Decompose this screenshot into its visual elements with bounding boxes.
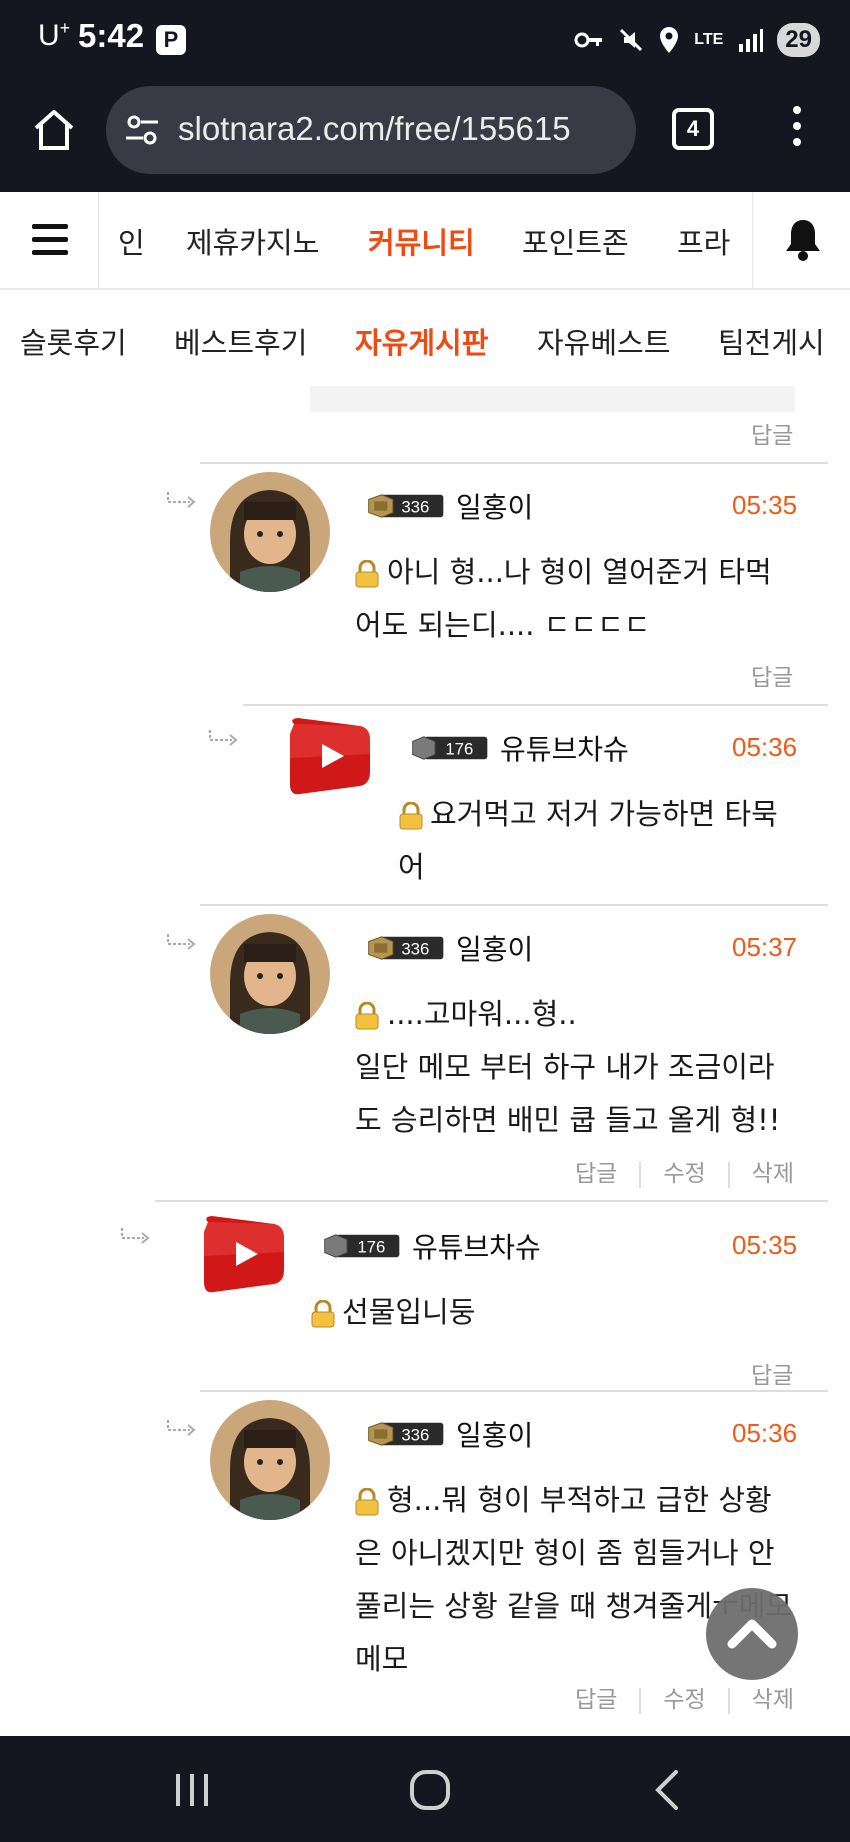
username[interactable]: 일홍이 [456, 1414, 533, 1454]
avatar[interactable] [210, 914, 330, 1034]
level-badge: 176 [412, 736, 488, 760]
home-nav-icon[interactable] [408, 1768, 452, 1812]
tune-icon[interactable] [124, 112, 160, 148]
youtube-avatar[interactable] [284, 714, 374, 798]
reply-button[interactable]: 답글 [751, 658, 793, 692]
comment-time: 05:36 [732, 1418, 798, 1448]
mute-icon [620, 28, 643, 52]
carrier-label: U+ [38, 18, 71, 52]
avatar[interactable] [210, 1400, 330, 1520]
browser-toolbar: slotnara2.com/free/155615 4 [0, 80, 850, 192]
divider [200, 1390, 828, 1392]
subnav-free-best[interactable]: 자유베스트 [537, 320, 670, 362]
comment-text: 아니 형...나 형이 열어준거 타먹어도 되는디.... ㄷㄷㄷㄷ [355, 555, 772, 642]
hamburger-icon[interactable] [0, 192, 99, 288]
svg-text:176: 176 [357, 1238, 385, 1257]
comment-text: ....고마워...형.. [387, 997, 577, 1031]
system-nav-bar [0, 1736, 850, 1842]
nav-item-point-zone[interactable]: 포인트존 [522, 220, 629, 262]
reply-button[interactable]: 답글 [751, 1356, 793, 1390]
username[interactable]: 유튜브차슈 [412, 1226, 541, 1266]
bell-icon[interactable] [783, 216, 823, 262]
subnav-team-board[interactable]: 팀전게시 [718, 320, 825, 362]
back-icon[interactable] [652, 1768, 682, 1812]
divider [243, 704, 828, 706]
username[interactable]: 유튜브차슈 [500, 728, 629, 768]
battery-indicator: 29 [777, 23, 820, 57]
nav-menu: 인 제휴카지노 커뮤니티 포인트존 프라 [100, 192, 750, 288]
nav-item-partial-right[interactable]: 프라 [677, 220, 730, 262]
comment-list: 답글 336 일홍이 05:35 아니 형...나 형이 열어준거 타먹어도 되… [0, 386, 850, 1736]
nav-item-partial-left[interactable]: 인 [118, 220, 145, 262]
status-bar: U+ 5:42 P LTE 29 [0, 0, 850, 80]
comment-time: 05:35 [732, 1230, 798, 1260]
notification-button[interactable] [752, 192, 850, 288]
comment-time: 05:36 [732, 732, 798, 762]
edit-button[interactable]: 수정 [663, 1687, 705, 1713]
comment-text: 선물입니둥 [342, 1295, 476, 1329]
divider [200, 904, 828, 906]
comment-actions: 답글 수정 삭제 [575, 1154, 794, 1188]
svg-text:176: 176 [445, 740, 473, 759]
svg-text:336: 336 [401, 940, 429, 959]
scroll-to-top-button[interactable] [706, 1588, 798, 1680]
reply-arrow-icon [121, 1228, 150, 1244]
lte-icon: LTE [694, 31, 724, 48]
previous-comment-bubble [310, 386, 795, 412]
sub-nav: 슬롯후기 베스트후기 자유게시판 자유베스트 팀전게시 [0, 290, 850, 386]
nav-item-partner-casino[interactable]: 제휴카지노 [186, 220, 319, 262]
clock: 5:42 [78, 17, 145, 54]
divider [155, 1200, 828, 1202]
subnav-best-review[interactable]: 베스트후기 [174, 320, 307, 362]
level-badge: 336 [368, 494, 444, 518]
username[interactable]: 일홍이 [456, 928, 533, 968]
subnav-free-board[interactable]: 자유게시판 [355, 320, 488, 362]
reply-button[interactable]: 답글 [575, 1161, 617, 1187]
reply-arrow-icon [167, 1420, 196, 1436]
address-bar[interactable]: slotnara2.com/free/155615 [106, 86, 636, 174]
comment-text-continued: 일단 메모 부터 하구 내가 조금이라도 승리하면 배민 쿱 들고 올게 형!! [355, 1050, 781, 1137]
level-badge: 176 [324, 1234, 400, 1258]
youtube-avatar[interactable] [198, 1212, 288, 1296]
url-text[interactable]: slotnara2.com/free/155615 [178, 110, 628, 148]
parking-icon: P [156, 25, 186, 55]
avatar[interactable] [210, 472, 330, 592]
svg-text:336: 336 [401, 498, 429, 517]
reply-arrow-icon [167, 934, 196, 950]
home-icon[interactable] [30, 106, 78, 154]
location-icon [660, 27, 679, 53]
svg-text:336: 336 [401, 1426, 429, 1445]
status-icons: LTE 29 [574, 22, 820, 58]
level-badge: 336 [368, 936, 444, 960]
nav-item-community[interactable]: 커뮤니티 [368, 220, 475, 262]
edit-button[interactable]: 수정 [663, 1161, 705, 1187]
delete-button[interactable]: 삭제 [752, 1161, 794, 1187]
more-options-icon[interactable] [782, 106, 812, 152]
recent-apps-icon[interactable] [172, 1772, 212, 1808]
key-icon [574, 32, 603, 48]
chevron-up-icon[interactable] [706, 1588, 798, 1680]
comment-actions: 답글 수정 삭제 [575, 1680, 794, 1714]
signal-icon [739, 29, 764, 52]
tab-switcher-button[interactable]: 4 [672, 108, 714, 150]
comment-time: 05:37 [732, 932, 798, 962]
reply-arrow-icon [209, 730, 238, 746]
level-badge: 336 [368, 1422, 444, 1446]
reply-arrow-icon [167, 492, 196, 508]
comment-time: 05:35 [732, 490, 798, 520]
username[interactable]: 일홍이 [456, 486, 533, 526]
delete-button[interactable]: 삭제 [752, 1687, 794, 1713]
subnav-slot-review[interactable]: 슬롯후기 [20, 320, 127, 362]
reply-button[interactable]: 답글 [751, 416, 793, 450]
reply-button[interactable]: 답글 [575, 1687, 617, 1713]
site-nav: 인 제휴카지노 커뮤니티 포인트존 프라 [0, 192, 850, 290]
divider [200, 462, 828, 464]
comment-text: 요거먹고 저거 가능하면 타묵어 [398, 797, 778, 884]
